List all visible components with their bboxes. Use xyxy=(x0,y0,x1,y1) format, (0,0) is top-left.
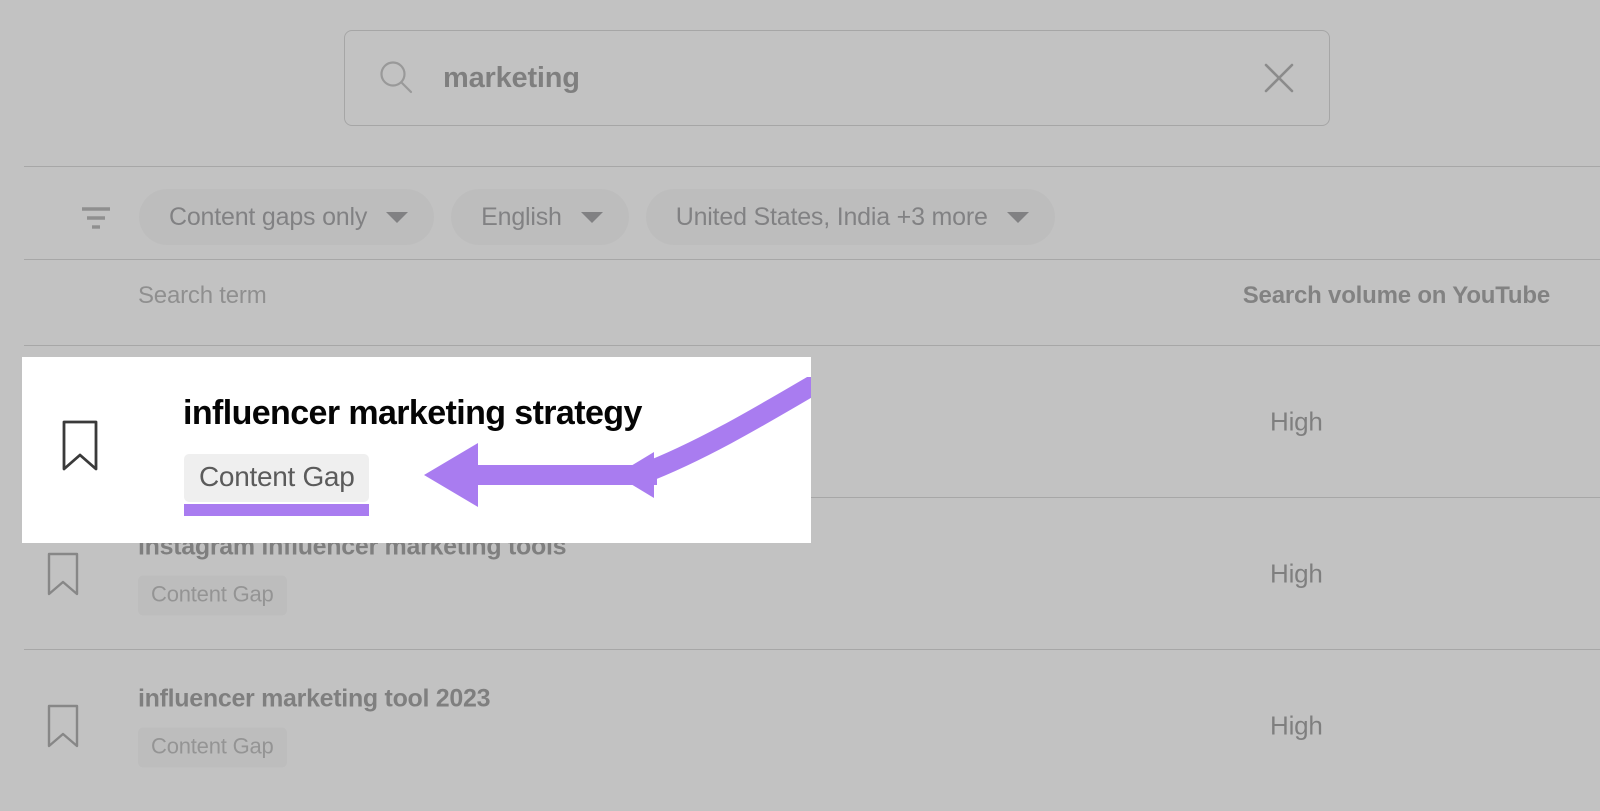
divider-filter xyxy=(24,259,1600,260)
filter-pill-label: United States, India +3 more xyxy=(676,203,988,232)
row-volume-cell: High xyxy=(1270,558,1600,589)
app-root: Content gaps only English United States,… xyxy=(0,0,1600,811)
filter-pill-countries[interactable]: United States, India +3 more xyxy=(646,189,1055,245)
filter-pill-language[interactable]: English xyxy=(451,189,629,245)
search-input[interactable] xyxy=(443,62,1251,95)
chevron-down-icon xyxy=(581,212,603,223)
spotlight-callout: influencer marketing strategy Content Ga… xyxy=(22,357,811,543)
chevron-down-icon xyxy=(386,212,408,223)
highlight-underline xyxy=(184,504,369,516)
content-gap-badge: Content Gap xyxy=(138,727,287,767)
chevron-down-icon xyxy=(1007,212,1029,223)
row-volume-cell: High xyxy=(1270,710,1600,741)
table-row[interactable]: influencer marketing tool 2023 Content G… xyxy=(0,650,1600,801)
table-header: Search term Search volume on YouTube xyxy=(0,282,1600,328)
spotlight-term-title: influencer marketing strategy xyxy=(183,394,642,433)
content-gap-badge: Content Gap xyxy=(184,454,369,502)
bookmark-icon xyxy=(60,420,100,472)
clear-search-button[interactable] xyxy=(1251,50,1307,106)
column-header-search-term: Search term xyxy=(138,282,267,310)
filter-sort-icon xyxy=(74,195,118,239)
close-icon xyxy=(1257,56,1301,100)
search-icon xyxy=(376,58,416,98)
search-bar[interactable] xyxy=(344,30,1330,126)
bookmark-button[interactable] xyxy=(46,704,80,748)
divider-top xyxy=(24,166,1600,167)
row-term-cell: influencer marketing tool 2023 Content G… xyxy=(138,684,490,767)
content-gap-badge: Content Gap xyxy=(138,575,287,615)
filter-pill-label: Content gaps only xyxy=(169,203,367,232)
spotlight-badge-group: Content Gap xyxy=(184,454,369,516)
filter-sort-button[interactable] xyxy=(70,191,122,243)
row-volume-cell: High xyxy=(1270,406,1600,437)
bookmark-icon xyxy=(46,552,80,596)
bookmark-button[interactable] xyxy=(46,552,80,596)
filter-pill-content-gaps[interactable]: Content gaps only xyxy=(139,189,434,245)
row-term-title: influencer marketing tool 2023 xyxy=(138,684,490,713)
filter-pill-label: English xyxy=(481,203,562,232)
column-header-search-volume: Search volume on YouTube xyxy=(1243,282,1550,310)
row-term-cell: instagram influencer marketing tools Con… xyxy=(138,532,566,615)
bookmark-icon xyxy=(46,704,80,748)
bookmark-button[interactable] xyxy=(60,420,100,472)
filter-bar: Content gaps only English United States,… xyxy=(0,186,1055,248)
